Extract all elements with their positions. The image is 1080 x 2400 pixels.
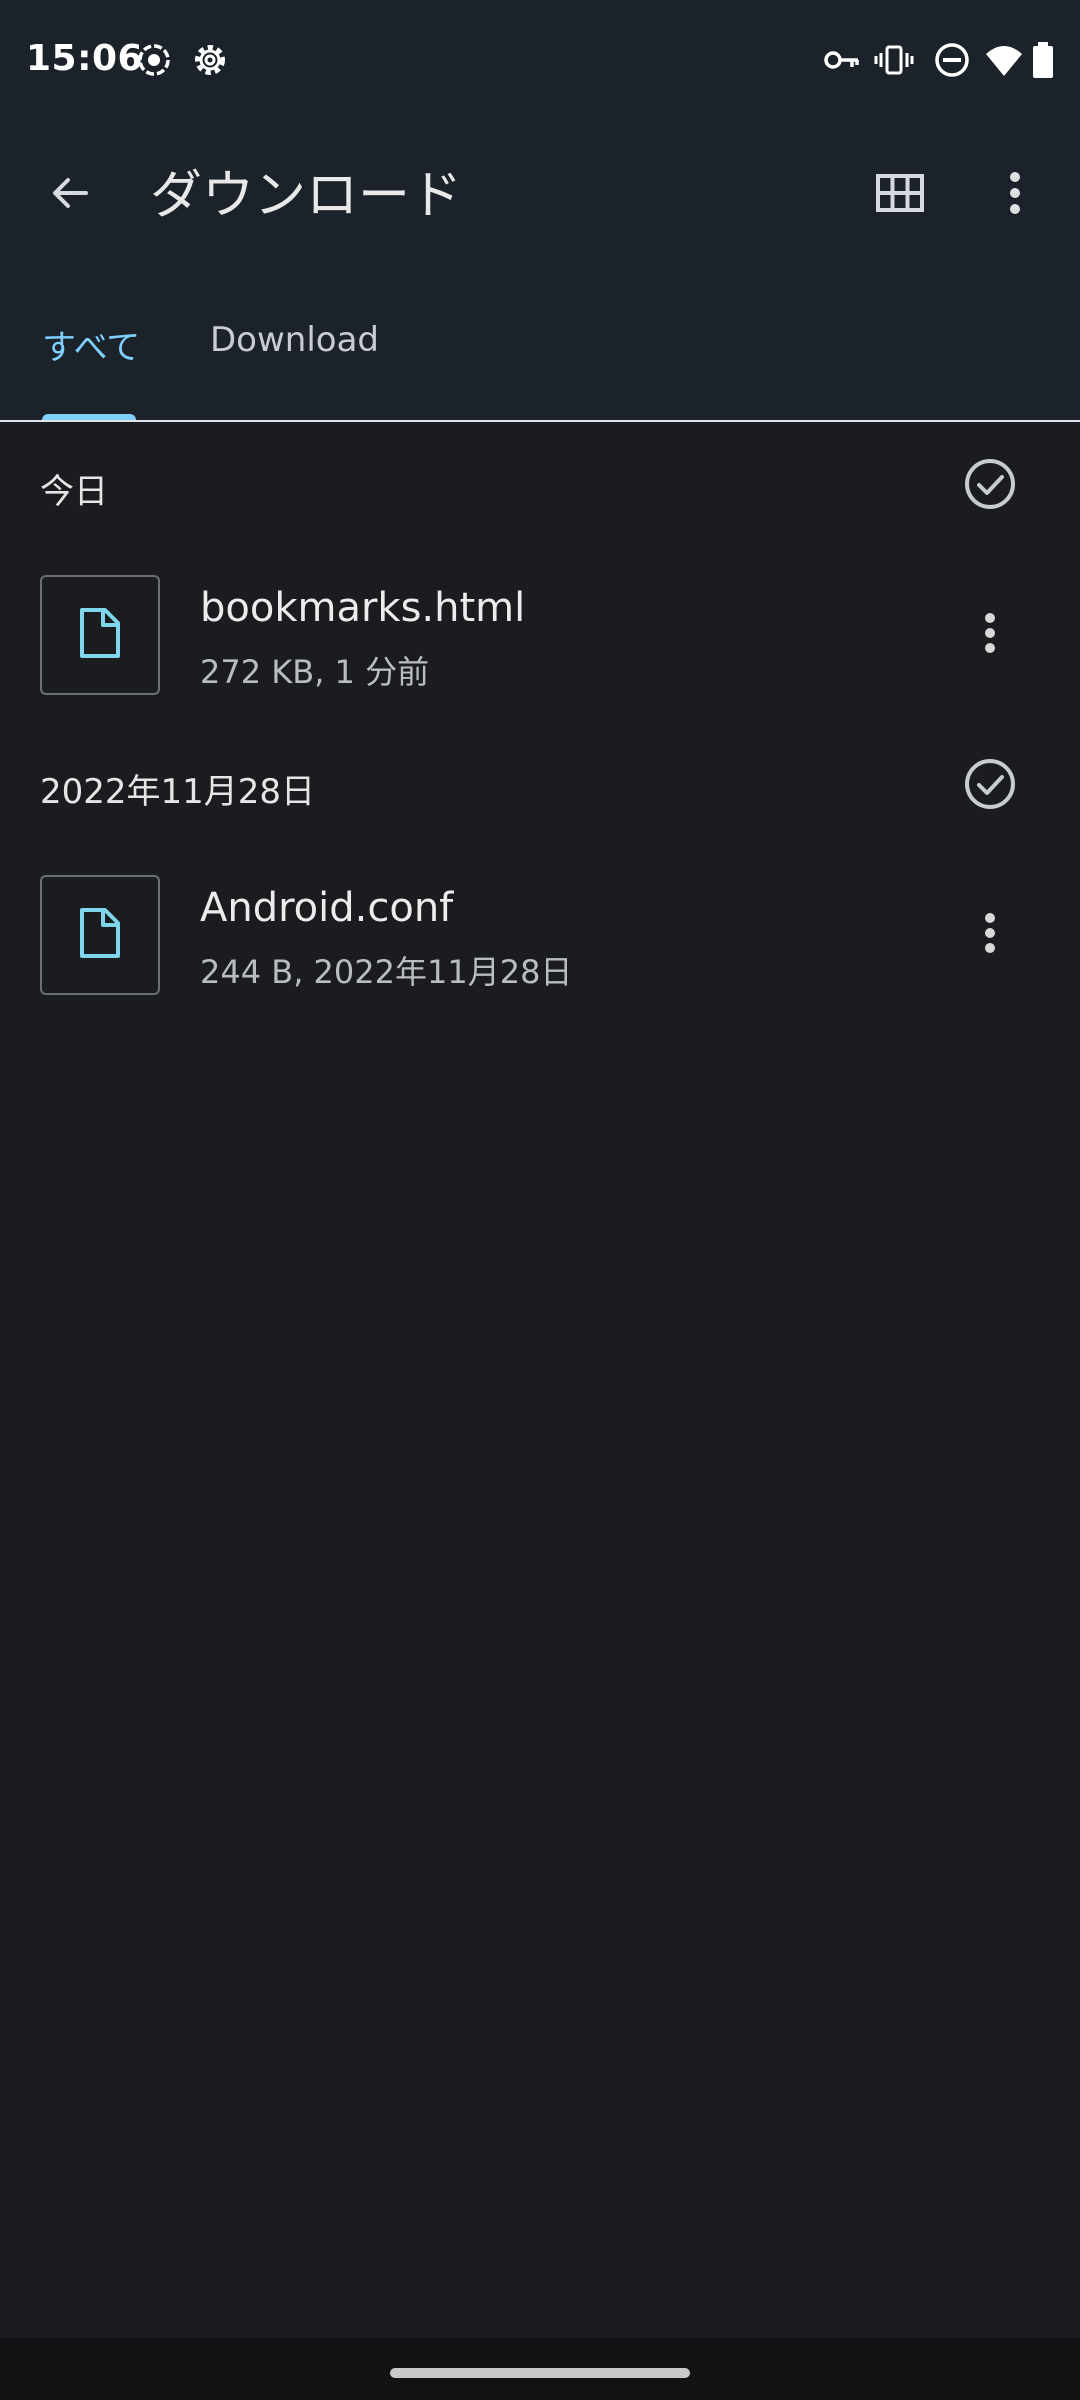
tab-download[interactable]: Download <box>210 320 379 360</box>
section-title: 今日 <box>40 472 108 512</box>
file-icon <box>78 906 122 964</box>
header-area: 15:06 ダウンロード すべて Download <box>0 0 1080 422</box>
home-gesture-handle[interactable] <box>390 2368 690 2378</box>
file-icon <box>78 606 122 664</box>
check-circle-icon <box>962 459 1018 516</box>
more-vert-icon <box>983 612 997 658</box>
status-time: 15:06 <box>26 38 144 79</box>
file-menu-button[interactable] <box>955 895 1025 975</box>
section-header-today: 今日 <box>0 436 1080 536</box>
vibrate-icon <box>874 40 914 80</box>
page-title: ダウンロード <box>150 166 463 226</box>
app-bar: ダウンロード <box>0 120 1080 250</box>
file-row-android-conf[interactable]: Android.conf 244 B, 2022年11月28日 <box>0 855 1080 1015</box>
file-meta: 272 KB, 1 分前 <box>200 653 430 691</box>
check-circle-icon <box>962 759 1018 816</box>
file-meta: 244 B, 2022年11月28日 <box>200 953 573 991</box>
select-section-button[interactable] <box>962 456 1018 512</box>
status-bar: 15:06 <box>0 0 1080 120</box>
section-header-date: 2022年11月28日 <box>0 736 1080 836</box>
screen-record-icon <box>134 40 174 80</box>
select-section-button[interactable] <box>962 756 1018 812</box>
overflow-menu-button[interactable] <box>975 155 1055 235</box>
more-vert-icon <box>983 912 997 958</box>
file-name: bookmarks.html <box>200 585 526 631</box>
arrow-back-icon <box>46 169 94 221</box>
more-vert-icon <box>1007 171 1023 219</box>
file-thumbnail <box>40 875 160 995</box>
battery-icon <box>1030 40 1056 80</box>
file-row-bookmarks[interactable]: bookmarks.html 272 KB, 1 分前 <box>0 555 1080 715</box>
back-button[interactable] <box>30 155 110 235</box>
settings-icon <box>190 40 230 80</box>
navigation-bar <box>0 2338 1080 2400</box>
tab-bar: すべて Download <box>0 290 1080 422</box>
file-menu-button[interactable] <box>955 595 1025 675</box>
grid-view-button[interactable] <box>860 155 940 235</box>
wifi-icon <box>984 40 1024 80</box>
grid-view-icon <box>875 173 925 217</box>
tab-divider <box>0 420 1080 422</box>
tab-all[interactable]: すべて <box>42 320 140 369</box>
file-name: Android.conf <box>200 885 454 931</box>
file-thumbnail <box>40 575 160 695</box>
downloads-screen: 15:06 ダウンロード すべて Download 今日 bookmarks.h… <box>0 0 1080 2400</box>
section-title: 2022年11月28日 <box>40 772 316 812</box>
vpn-key-icon <box>822 40 862 80</box>
do-not-disturb-icon <box>932 40 972 80</box>
